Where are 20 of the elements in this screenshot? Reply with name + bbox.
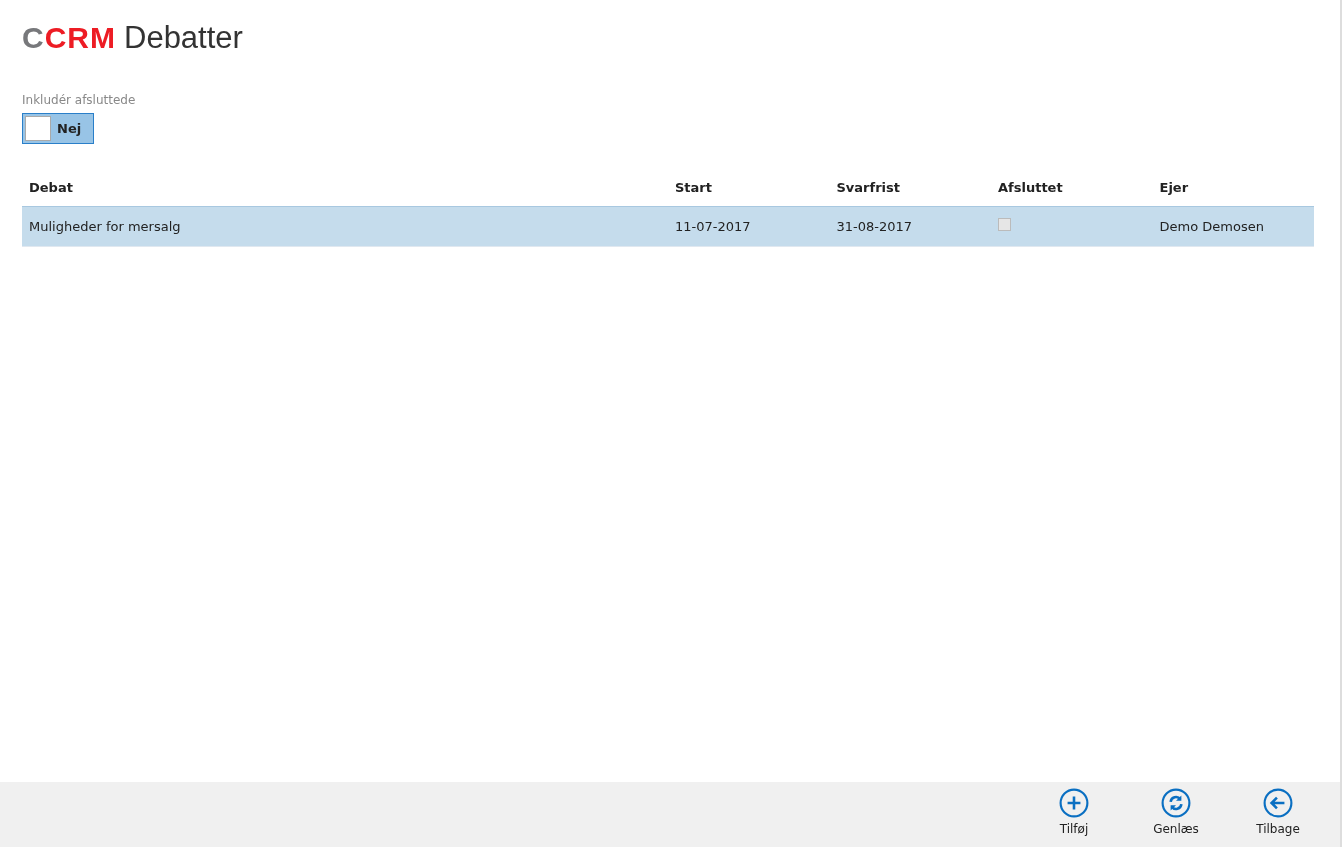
logo: CCRM (22, 23, 116, 53)
toolbar-button[interactable]: Tilbage (1246, 788, 1310, 847)
page-title: Debatter (124, 22, 243, 53)
column-header: Ejer (1152, 170, 1314, 206)
toolbar-button[interactable]: Genlæs (1144, 788, 1208, 847)
checkbox[interactable] (998, 217, 1011, 231)
table-cell: Muligheder for mersalg (22, 206, 668, 247)
column-header: Debat (22, 170, 668, 206)
plus-icon (1059, 788, 1089, 818)
filter-label: Inkludér afsluttede (22, 92, 137, 109)
toolbar-button[interactable]: Tilføj (1042, 788, 1106, 847)
table-cell: Demo Demosen (1152, 206, 1314, 247)
toggle-switch[interactable]: Nej (22, 113, 94, 144)
column-header: Afsluttet (991, 170, 1153, 206)
table-cell: 31-08-2017 (829, 206, 991, 247)
column-header: Start (668, 170, 830, 206)
table-row[interactable]: Muligheder for mersalg 11-07-2017 31-08-2017 Demo Demosen (22, 206, 1314, 247)
table-cell: 11-07-2017 (668, 206, 830, 247)
refresh-icon (1161, 788, 1191, 818)
column-header: Svarfrist (829, 170, 991, 206)
